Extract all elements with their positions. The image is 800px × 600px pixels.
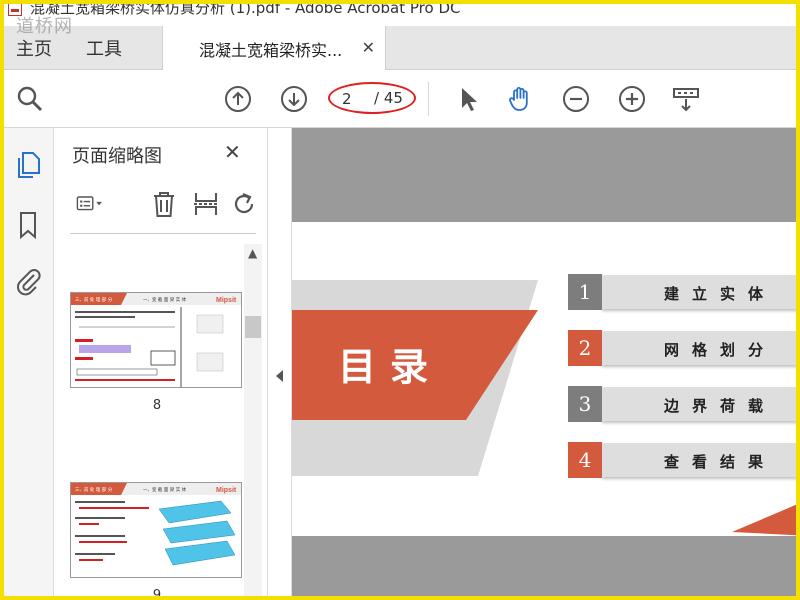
split-page-icon[interactable] [192, 190, 220, 218]
left-rail [4, 128, 54, 596]
document-tab-title: 混凝土宽箱梁桥实... [199, 41, 343, 60]
tab-bar: 主页 工具 混凝土宽箱梁桥实... ✕ [4, 26, 796, 71]
thumbnail-section: 三、前 处 理 部 分 [75, 296, 113, 303]
contents-number: 2 [568, 330, 602, 366]
zoom-out-icon[interactable] [562, 85, 590, 113]
title-bar: 混凝土宽箱梁桥实体仿真分析 (1).pdf - Adobe Acrobat Pr… [4, 4, 796, 18]
thumbnail-page-9[interactable]: Mipsit 三、前 处 理 部 分 一、变 截 面 梁 实 体 [70, 482, 242, 578]
tab-document[interactable]: 混凝土宽箱梁桥实... ✕ [162, 26, 386, 71]
contents-label: 查看结果 [664, 453, 777, 471]
scrollbar-thumb[interactable] [245, 316, 261, 338]
contents-number: 3 [568, 386, 602, 422]
panel-toolbar [70, 186, 256, 234]
thumbnail-logo: Mipsit [216, 297, 237, 304]
select-arrow-icon[interactable] [454, 85, 482, 113]
watermark-text: 道桥网 [16, 16, 73, 37]
thumbnail-section: 三、前 处 理 部 分 [75, 486, 113, 493]
bookmark-icon[interactable] [14, 210, 42, 240]
thumbnail-page-number: 8 [152, 398, 162, 413]
page-down-icon[interactable] [280, 85, 308, 113]
page-up-icon[interactable] [224, 85, 252, 113]
thumbnails-panel: 页面缩略图 ✕ Mipsit 三、前 处 理 部 分 一、变 截 面 梁 实 体… [54, 128, 268, 596]
close-tab-icon[interactable]: ✕ [362, 38, 375, 57]
document-view[interactable]: 目录 1 建立实体 2 网格划分 3 边界荷载 4 查看结果 [292, 128, 796, 596]
thumbnail-page-8[interactable]: Mipsit 三、前 处 理 部 分 一、变 截 面 梁 实 体 [70, 292, 242, 388]
thumbnail-options-icon[interactable] [76, 190, 104, 218]
app-window: 混凝土宽箱梁桥实体仿真分析 (1).pdf - Adobe Acrobat Pr… [4, 4, 796, 596]
contents-item[interactable]: 3 边界荷载 [568, 386, 796, 424]
close-panel-icon[interactable]: ✕ [224, 140, 241, 164]
panel-collapse-handle[interactable] [268, 128, 292, 596]
contents-label: 网格划分 [664, 341, 777, 359]
contents-item[interactable]: 4 查看结果 [568, 442, 796, 480]
scroll-mode-icon[interactable] [672, 85, 700, 113]
thumbnail-preview: Mipsit 三、前 处 理 部 分 一、变 截 面 梁 实 体 [71, 483, 241, 566]
contents-label: 建立实体 [664, 285, 777, 303]
contents-label: 边界荷载 [664, 397, 777, 415]
thumbnail-preview: Mipsit 三、前 处 理 部 分 一、变 截 面 梁 实 体 [71, 293, 241, 387]
attachment-icon[interactable] [14, 266, 42, 296]
thumbnail-heading: 一、变 截 面 梁 实 体 [143, 296, 187, 303]
hand-icon[interactable] [506, 85, 534, 113]
delete-page-icon[interactable] [150, 190, 178, 218]
thumbnail-logo: Mipsit [216, 487, 237, 494]
contents-number: 4 [568, 442, 602, 478]
zoom-in-icon[interactable] [618, 85, 646, 113]
annotation-ring [328, 82, 416, 114]
pdf-page: 目录 1 建立实体 2 网格划分 3 边界荷载 4 查看结果 [292, 222, 796, 536]
tab-home[interactable]: 主页 [16, 35, 52, 61]
contents-number: 1 [568, 274, 602, 310]
scroll-up-icon[interactable]: ▲ [248, 246, 257, 260]
thumbnail-page-number: 9 [152, 588, 162, 596]
toolbar: / 45 [4, 70, 796, 128]
collapse-arrow-icon [276, 370, 283, 382]
window-title: 混凝土宽箱梁桥实体仿真分析 (1).pdf - Adobe Acrobat Pr… [30, 4, 461, 17]
page-thumbnails-icon[interactable] [14, 150, 42, 180]
thumbnail-list: Mipsit 三、前 处 理 部 分 一、变 截 面 梁 实 体 8 Mipsi… [54, 244, 264, 596]
thumbnail-heading: 一、变 截 面 梁 实 体 [143, 486, 187, 493]
rotate-page-icon[interactable] [230, 190, 258, 218]
panel-title: 页面缩略图 [72, 146, 162, 167]
search-icon[interactable] [16, 85, 44, 113]
contents-heading: 目录 [338, 345, 443, 389]
contents-item[interactable]: 2 网格划分 [568, 330, 796, 368]
tab-tools[interactable]: 工具 [86, 35, 122, 61]
thumbnail-scrollbar[interactable]: ▲ [244, 244, 262, 596]
toolbar-divider [428, 82, 429, 116]
contents-item[interactable]: 1 建立实体 [568, 274, 796, 312]
